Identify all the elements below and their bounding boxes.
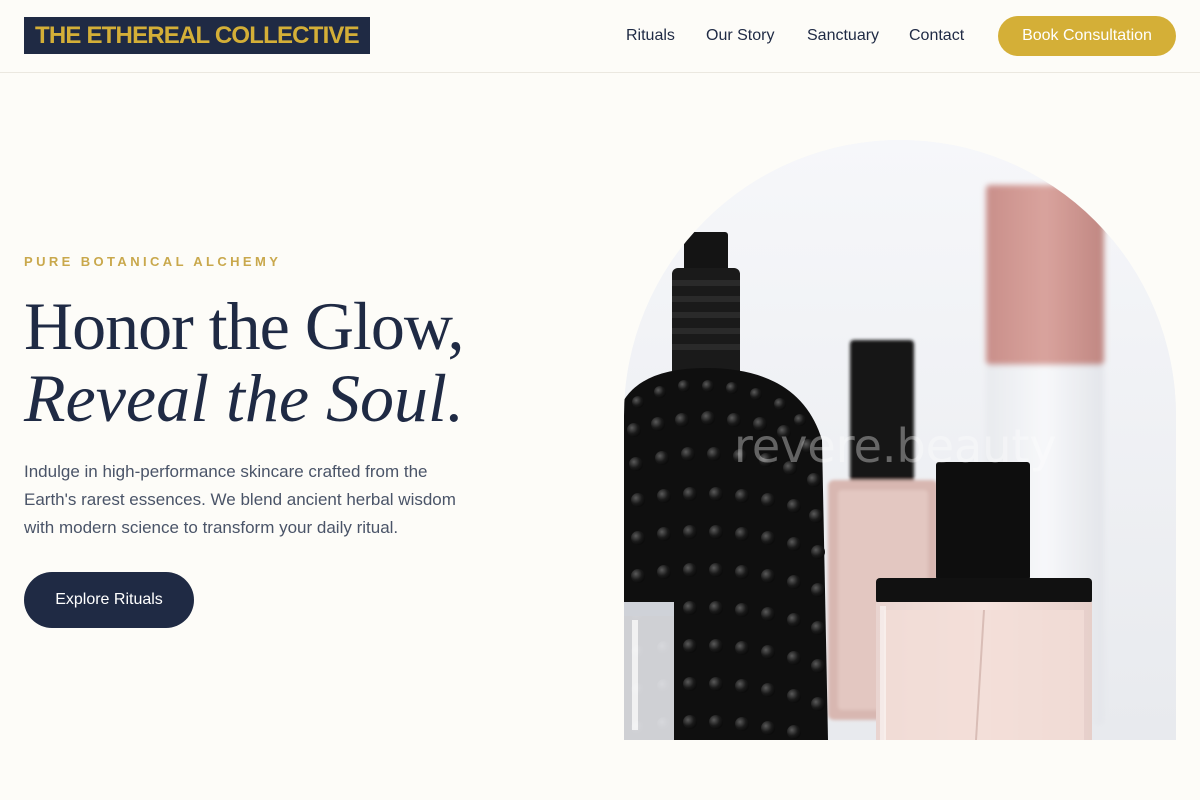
hero-headline-line2: Reveal the Soul. <box>24 360 464 436</box>
explore-rituals-button[interactable]: Explore Rituals <box>24 572 194 628</box>
site-header: THE ETHEREAL COLLECTIVE Rituals Our Stor… <box>0 0 1200 73</box>
hero-headline-line1: Honor the Glow, <box>24 288 465 364</box>
nav-link-rituals[interactable]: Rituals <box>626 25 675 47</box>
hero-headline: Honor the Glow, Reveal the Soul. <box>24 290 604 434</box>
hero-product-image: revere.beauty <box>624 140 1176 740</box>
bottles-illustration: revere.beauty <box>624 140 1176 740</box>
nav-link-sanctuary[interactable]: Sanctuary <box>807 25 879 47</box>
hero-eyebrow: PURE BOTANICAL ALCHEMY <box>24 254 282 269</box>
watermark-text: revere.beauty <box>734 419 1057 473</box>
brand-logo[interactable]: THE ETHEREAL COLLECTIVE <box>24 17 370 54</box>
nav-link-our-story[interactable]: Our Story <box>706 25 774 47</box>
nav-link-contact[interactable]: Contact <box>909 25 964 47</box>
book-consultation-button[interactable]: Book Consultation <box>998 16 1176 56</box>
hero-description: Indulge in high-performance skincare cra… <box>24 462 456 537</box>
